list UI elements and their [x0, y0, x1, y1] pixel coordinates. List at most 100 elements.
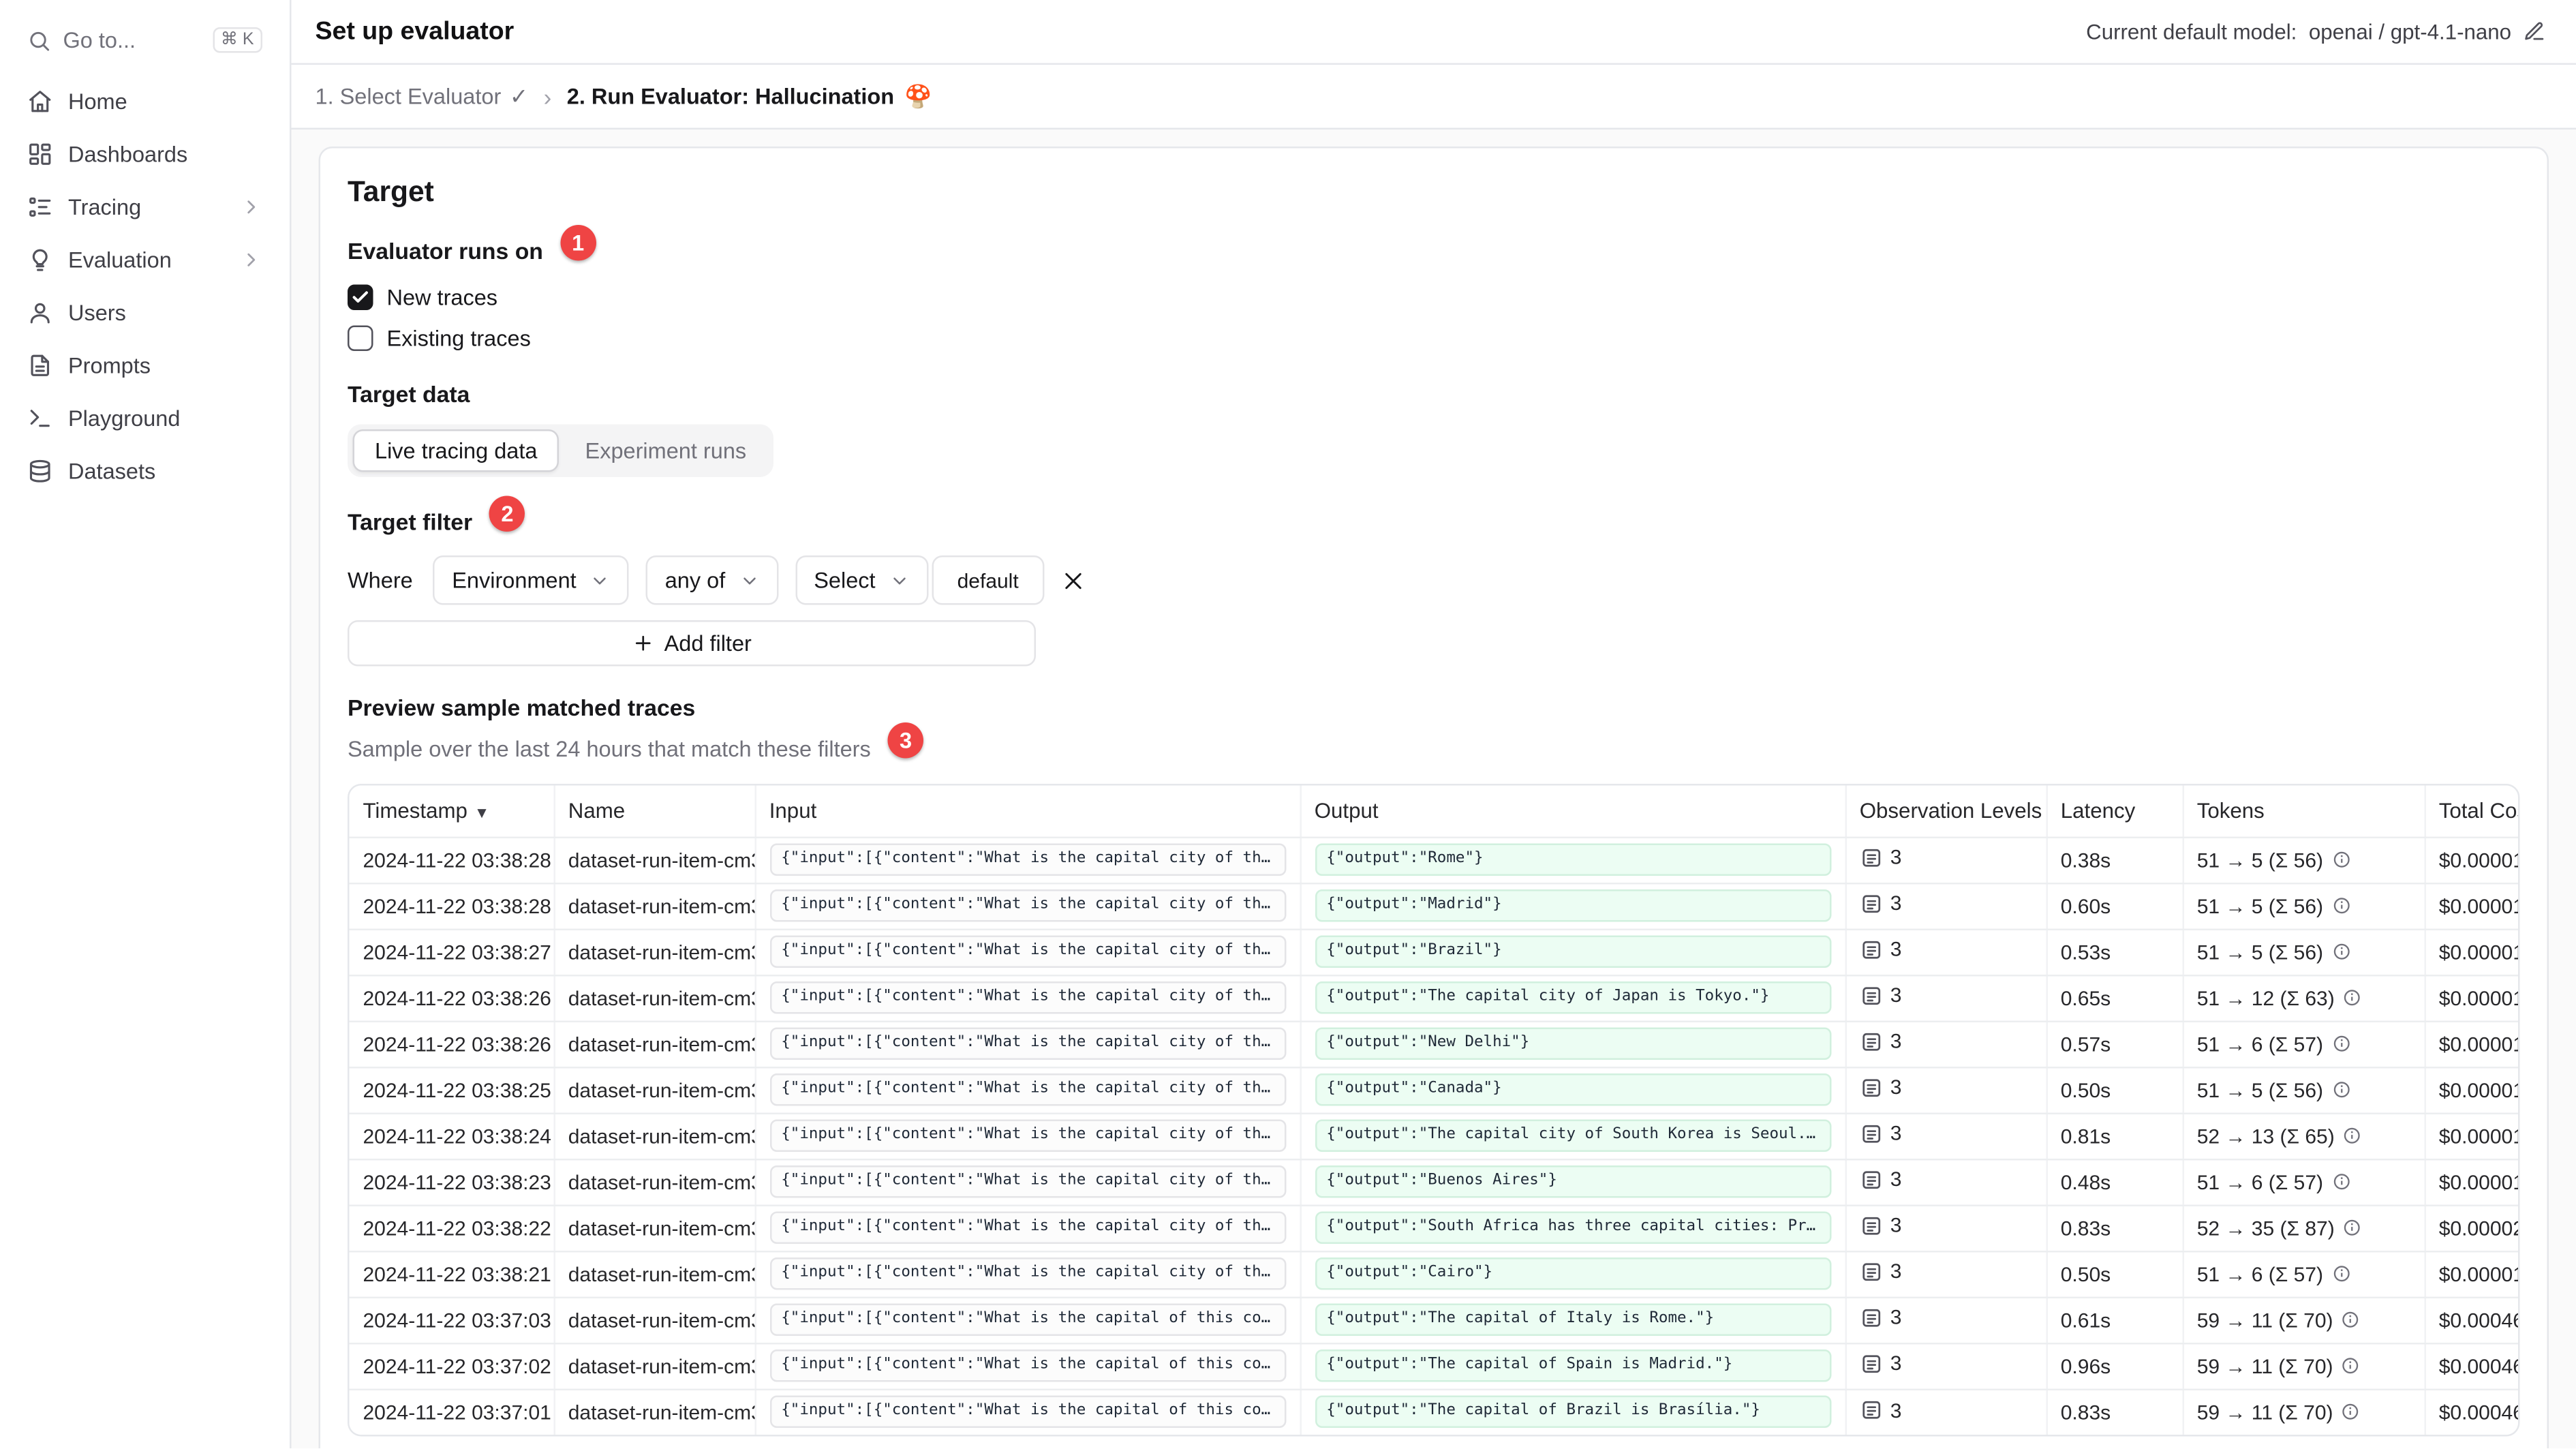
output-preview-chip[interactable]: {"output":"Cairo"} — [1314, 1257, 1831, 1290]
sidebar-item-prompts[interactable]: Prompts — [14, 341, 276, 391]
output-preview-chip[interactable]: {"output":"Brazil"} — [1314, 935, 1831, 968]
cell-name: dataset-run-item-cm3s4 — [553, 1296, 756, 1344]
cell-observation-levels: 3 — [1845, 1343, 2047, 1390]
tab-live-tracing-data[interactable]: Live tracing data — [352, 429, 560, 472]
breadcrumb-step-2[interactable]: 2. Run Evaluator: Hallucination 🍄 — [567, 82, 932, 110]
table-row[interactable]: 2024-11-22 03:37:02 dataset-run-item-cm3… — [349, 1343, 2518, 1390]
sidebar-item-playground[interactable]: Playground — [14, 394, 276, 444]
annotation-badge-1: 1 — [559, 225, 596, 261]
output-preview-chip[interactable]: {"output":"The capital of Italy is Rome.… — [1314, 1303, 1831, 1336]
sidebar-item-tracing[interactable]: Tracing — [14, 183, 276, 232]
output-preview-chip[interactable]: {"output":"The capital of Brazil is Bras… — [1314, 1396, 1831, 1429]
goto-search-button[interactable]: Go to... ⌘ K — [14, 17, 276, 63]
output-preview-chip[interactable]: {"output":"The capital city of Japan is … — [1314, 981, 1831, 1014]
input-preview-chip[interactable]: {"input":[{"content":"What is the capita… — [769, 889, 1286, 922]
sidebar-item-evaluation[interactable]: Evaluation — [14, 235, 276, 285]
cell-output: {"output":"The capital of Spain is Madri… — [1300, 1343, 1846, 1390]
cell-total-cost: $0.00046 — [2424, 1296, 2518, 1344]
table-row[interactable]: 2024-11-22 03:38:28 dataset-run-item-cm3… — [349, 836, 2518, 884]
cell-name: dataset-run-item-cm3s4 — [553, 1388, 756, 1435]
sidebar-item-dashboards[interactable]: Dashboards — [14, 129, 276, 179]
tab-experiment-runs[interactable]: Experiment runs — [563, 429, 769, 472]
cell-total-cost: $0.000011 — [2424, 1159, 2518, 1206]
target-data-label: Target data — [348, 382, 470, 408]
table-row[interactable]: 2024-11-22 03:38:22 dataset-run-item-cm3… — [349, 1204, 2518, 1252]
cell-timestamp: 2024-11-22 03:38:25 — [349, 1067, 555, 1114]
table-row[interactable]: 2024-11-22 03:38:28 dataset-run-item-cm3… — [349, 883, 2518, 930]
input-preview-chip[interactable]: {"input":[{"content":"What is the capita… — [769, 1211, 1286, 1244]
input-preview-chip[interactable]: {"input":[{"content":"What is the capita… — [769, 1303, 1286, 1336]
input-preview-chip[interactable]: {"input":[{"content":"What is the capita… — [769, 1165, 1286, 1198]
output-preview-chip[interactable]: {"output":"Rome"} — [1314, 843, 1831, 876]
table-row[interactable]: 2024-11-22 03:38:26 dataset-run-item-cm3… — [349, 1020, 2518, 1068]
input-preview-chip[interactable]: {"input":[{"content":"What is the capita… — [769, 1257, 1286, 1290]
input-preview-chip[interactable]: {"input":[{"content":"What is the capita… — [769, 935, 1286, 968]
table-row[interactable]: 2024-11-22 03:38:27 dataset-run-item-cm3… — [349, 928, 2518, 976]
output-preview-chip[interactable]: {"output":"Madrid"} — [1314, 889, 1831, 922]
input-preview-chip[interactable]: {"input":[{"content":"What is the capita… — [769, 1073, 1286, 1106]
input-preview-chip[interactable]: {"input":[{"content":"What is the capita… — [769, 1119, 1286, 1152]
cell-timestamp: 2024-11-22 03:38:27 — [349, 928, 555, 976]
sidebar-item-datasets[interactable]: Datasets — [14, 446, 276, 496]
cell-input: {"input":[{"content":"What is the capita… — [754, 1112, 1301, 1160]
col-input[interactable]: Input — [754, 785, 1301, 838]
col-total-cost[interactable]: Total Cost — [2424, 785, 2518, 838]
output-preview-chip[interactable]: {"output":"South Africa has three capita… — [1314, 1211, 1831, 1244]
input-preview-chip[interactable]: {"input":[{"content":"What is the capita… — [769, 1396, 1286, 1429]
sidebar-item-label: Home — [68, 89, 127, 115]
output-preview-chip[interactable]: {"output":"Canada"} — [1314, 1073, 1831, 1106]
breadcrumb-step-1[interactable]: 1. Select Evaluator ✓ — [316, 82, 529, 110]
filter-value-chip[interactable]: default — [932, 555, 1045, 605]
cell-latency: 0.50s — [2046, 1067, 2183, 1114]
cell-tokens: 51 → 5 (Σ 56) — [2182, 928, 2425, 976]
edit-model-icon[interactable] — [2524, 20, 2546, 43]
remove-filter-button[interactable] — [1058, 565, 1088, 596]
output-preview-chip[interactable]: {"output":"New Delhi"} — [1314, 1027, 1831, 1060]
sidebar-item-home[interactable]: Home — [14, 77, 276, 127]
col-name[interactable]: Name — [553, 785, 756, 838]
cell-total-cost: $0.000011 — [2424, 928, 2518, 976]
col-latency[interactable]: Latency — [2046, 785, 2183, 838]
target-section-title: Target — [348, 175, 434, 209]
table-row[interactable]: 2024-11-22 03:37:03 dataset-run-item-cm3… — [349, 1296, 2518, 1344]
input-preview-chip[interactable]: {"input":[{"content":"What is the capita… — [769, 1027, 1286, 1060]
input-preview-chip[interactable]: {"input":[{"content":"What is the capita… — [769, 1349, 1286, 1382]
target-filter-label: Target filter — [348, 509, 473, 536]
cell-name: dataset-run-item-cm3s4 — [553, 1204, 756, 1252]
table-row[interactable]: 2024-11-22 03:37:01 dataset-run-item-cm3… — [349, 1388, 2518, 1435]
input-preview-chip[interactable]: {"input":[{"content":"What is the capita… — [769, 843, 1286, 876]
observation-levels-icon — [1862, 941, 1880, 958]
cell-latency: 0.83s — [2046, 1204, 2183, 1252]
checkbox-new-traces[interactable]: New traces — [348, 281, 2520, 312]
table-row[interactable]: 2024-11-22 03:38:26 dataset-run-item-cm3… — [349, 975, 2518, 1022]
col-timestamp[interactable]: Timestamp ▼ — [349, 785, 555, 838]
checkbox-existing-traces[interactable]: Existing traces — [348, 322, 2520, 353]
cell-latency: 0.60s — [2046, 883, 2183, 930]
cell-total-cost: $0.000016 — [2424, 1112, 2518, 1160]
cell-output: {"output":"Cairo"} — [1300, 1251, 1846, 1298]
output-preview-chip[interactable]: {"output":"Buenos Aires"} — [1314, 1165, 1831, 1198]
filter-column-select[interactable]: Environment — [433, 555, 630, 605]
sidebar-item-users[interactable]: Users — [14, 288, 276, 338]
add-filter-button[interactable]: Add filter — [348, 620, 1036, 667]
table-row[interactable]: 2024-11-22 03:38:23 dataset-run-item-cm3… — [349, 1159, 2518, 1206]
cell-latency: 0.50s — [2046, 1251, 2183, 1298]
where-label: Where — [348, 567, 413, 594]
input-preview-chip[interactable]: {"input":[{"content":"What is the capita… — [769, 981, 1286, 1014]
table-row[interactable]: 2024-11-22 03:38:21 dataset-run-item-cm3… — [349, 1251, 2518, 1298]
table-row[interactable]: 2024-11-22 03:38:25 dataset-run-item-cm3… — [349, 1067, 2518, 1114]
filter-value-select[interactable]: Select — [795, 555, 929, 605]
output-preview-chip[interactable]: {"output":"The capital of Spain is Madri… — [1314, 1349, 1831, 1382]
observation-levels-icon — [1862, 1170, 1880, 1189]
table-row[interactable]: 2024-11-22 03:38:24 dataset-run-item-cm3… — [349, 1112, 2518, 1160]
col-observation-levels[interactable]: Observation Levels — [1845, 785, 2047, 838]
chevron-down-icon — [739, 570, 759, 590]
checkbox-unchecked-icon[interactable] — [348, 324, 373, 350]
col-output[interactable]: Output — [1300, 785, 1846, 838]
cell-timestamp: 2024-11-22 03:37:03 — [349, 1296, 555, 1344]
filter-operator-select[interactable]: any of — [646, 555, 778, 605]
cell-tokens: 51 → 5 (Σ 56) — [2182, 1067, 2425, 1114]
col-tokens[interactable]: Tokens — [2182, 785, 2425, 838]
checkbox-checked-icon[interactable] — [348, 284, 373, 309]
output-preview-chip[interactable]: {"output":"The capital city of South Kor… — [1314, 1119, 1831, 1152]
